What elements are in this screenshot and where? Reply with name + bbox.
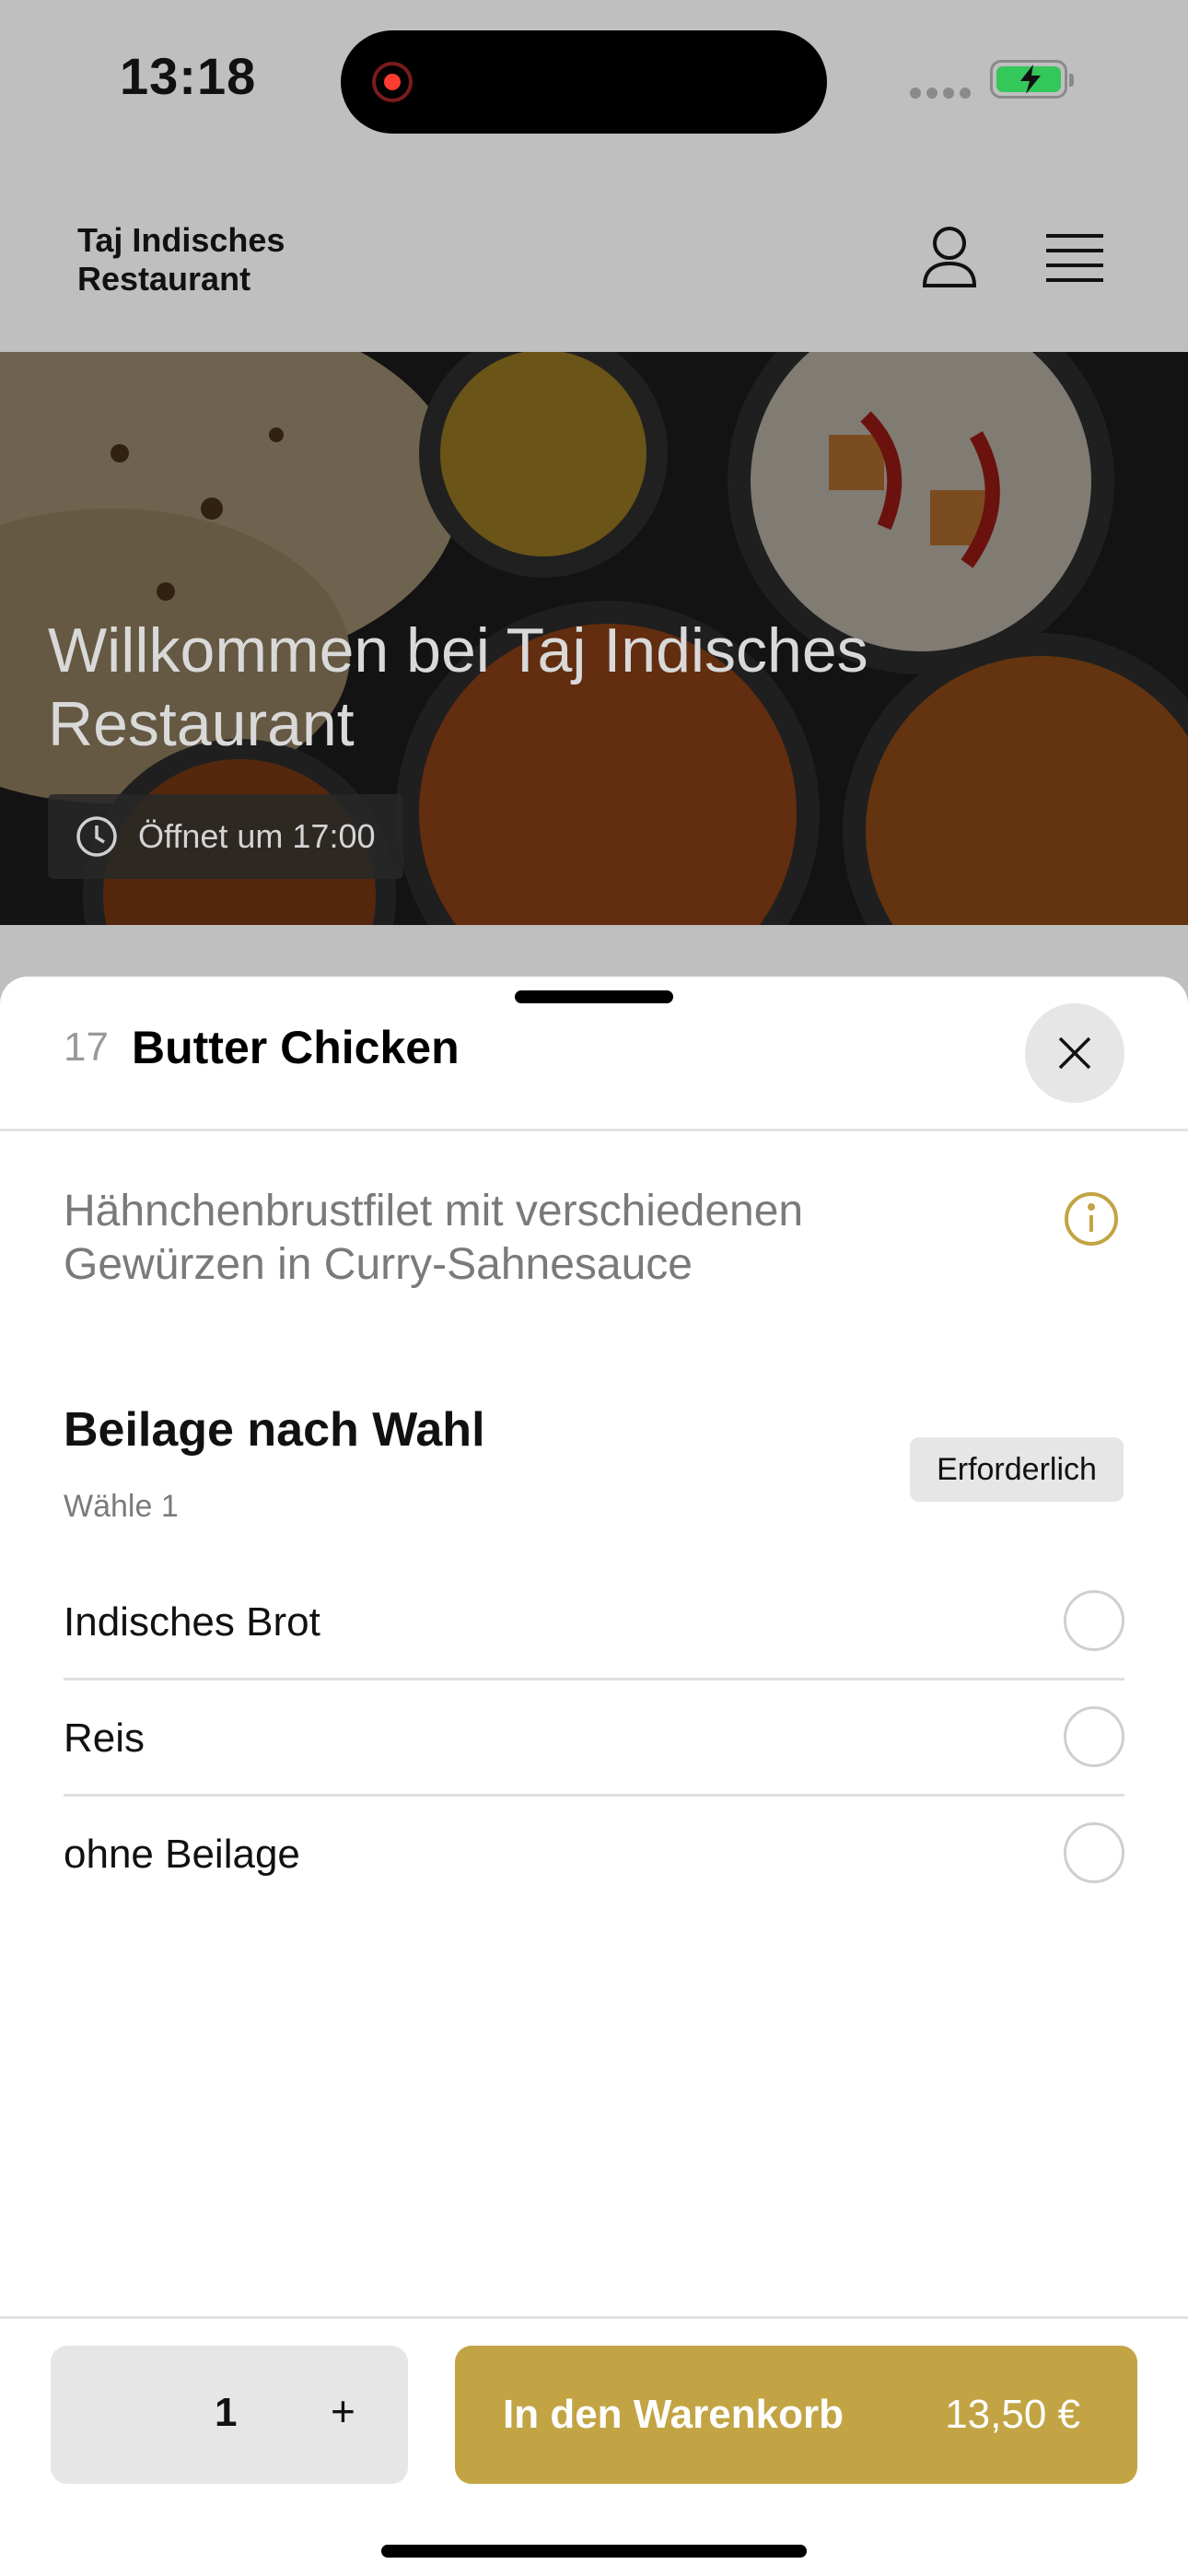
- restaurant-logo-text[interactable]: Taj Indisches Restaurant: [77, 221, 285, 299]
- battery-charging-icon: [990, 60, 1074, 99]
- hamburger-menu-icon[interactable]: [1044, 232, 1105, 288]
- status-bar: 13:18: [0, 0, 1188, 166]
- brand-line-1: Taj Indisches: [77, 221, 285, 259]
- option-label: Indisches Brot: [64, 1599, 320, 1645]
- item-description: Hähnchenbrustfilet mit verschiedenen Gew…: [64, 1187, 804, 1289]
- item-title: Butter Chicken: [132, 1022, 460, 1073]
- item-price: 13,50 €: [945, 2392, 1080, 2437]
- quantity-value: 1: [215, 2390, 238, 2435]
- home-indicator[interactable]: [381, 2545, 807, 2558]
- recording-indicator-icon: [372, 62, 413, 102]
- sheet-grabber[interactable]: [515, 990, 673, 1003]
- cellular-signal-icon: [910, 87, 976, 103]
- clock-icon: [76, 816, 117, 857]
- backdrop-band: [0, 925, 1188, 978]
- item-detail-sheet: 17 Butter Chicken Hähnchenbrustfilet mit…: [0, 977, 1188, 2576]
- brand-line-2: Restaurant: [77, 260, 251, 298]
- option-indisches-brot[interactable]: Indisches Brot: [64, 1564, 1124, 1680]
- radio-button[interactable]: [1064, 1706, 1124, 1767]
- dynamic-island: [341, 30, 827, 134]
- radio-button[interactable]: [1064, 1822, 1124, 1883]
- opening-hours-text: Öffnet um 17:00: [138, 817, 376, 855]
- hero-title: Willkommen bei Taj Indisches Restaurant: [48, 615, 868, 759]
- hero-banner: Willkommen bei Taj Indisches Restaurant …: [0, 352, 1188, 925]
- option-label: ohne Beilage: [64, 1832, 300, 1877]
- option-ohne-beilage[interactable]: ohne Beilage: [64, 1797, 1124, 1913]
- quantity-stepper: 1 +: [51, 2346, 408, 2484]
- option-group-subtitle: Wähle 1: [64, 1489, 179, 1524]
- option-reis[interactable]: Reis: [64, 1680, 1124, 1797]
- close-icon: [1058, 1036, 1091, 1070]
- close-button[interactable]: [1025, 1003, 1124, 1103]
- add-to-cart-button[interactable]: In den Warenkorb 13,50 €: [455, 2346, 1137, 2484]
- footer-divider: [0, 2316, 1188, 2319]
- add-to-cart-label: In den Warenkorb: [503, 2392, 844, 2437]
- required-badge: Erforderlich: [910, 1437, 1124, 1502]
- radio-button[interactable]: [1064, 1590, 1124, 1651]
- info-icon[interactable]: [1063, 1190, 1120, 1252]
- increase-quantity-button[interactable]: +: [331, 2386, 355, 2436]
- option-group-title: Beilage nach Wahl: [64, 1403, 485, 1457]
- option-label: Reis: [64, 1715, 146, 1761]
- opening-hours-badge: Öffnet um 17:00: [48, 794, 403, 879]
- user-account-icon[interactable]: [921, 225, 978, 294]
- status-time: 13:18: [120, 47, 257, 105]
- item-number: 17: [64, 1025, 109, 1070]
- site-header: Taj Indisches Restaurant: [0, 166, 1188, 352]
- divider: [0, 1129, 1188, 1131]
